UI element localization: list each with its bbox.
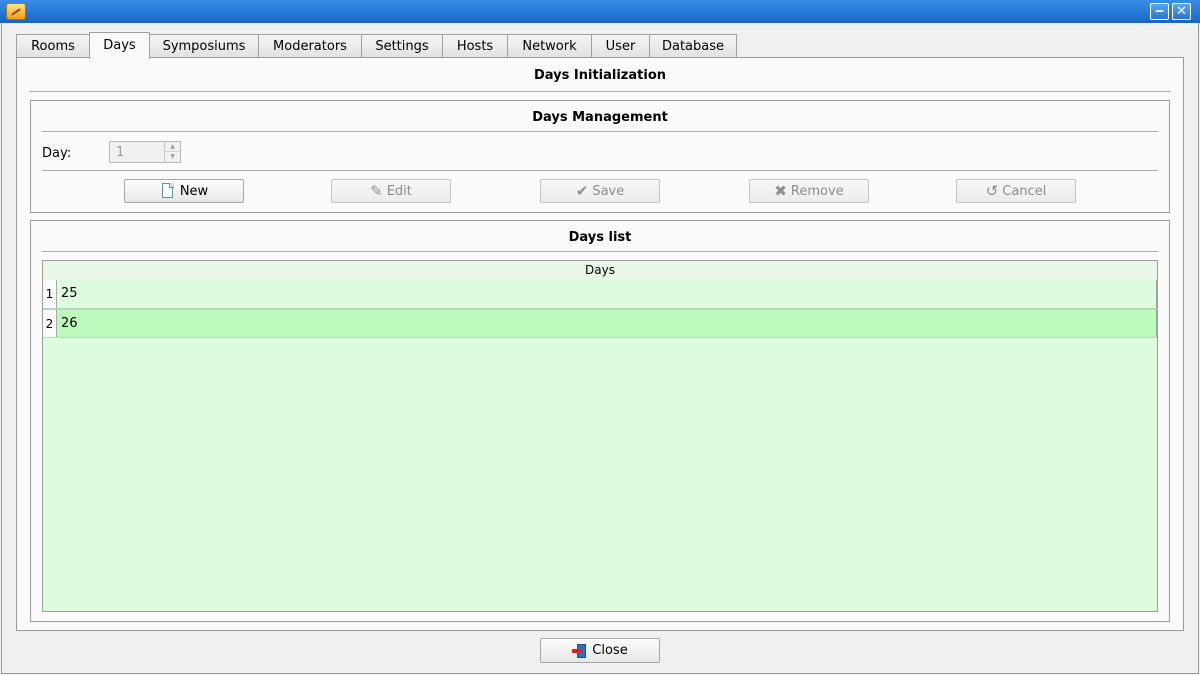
table-row-selected[interactable]: 2 26 xyxy=(43,309,1157,338)
spin-up-arrow-icon[interactable]: ▲ xyxy=(164,142,180,152)
cancel-button-label: Cancel xyxy=(1002,183,1047,199)
close-window-button[interactable]: ✕ xyxy=(1172,3,1191,20)
title-bar: ‒ ✕ xyxy=(0,0,1200,23)
new-button-label: New xyxy=(179,183,209,199)
column-header-days[interactable]: Days xyxy=(43,261,1157,281)
day-label: Day: xyxy=(42,146,72,161)
days-management-title: Days Management xyxy=(532,110,668,125)
row-number: 1 xyxy=(43,280,57,308)
edit-button[interactable]: ✎ Edit xyxy=(331,179,451,203)
close-button[interactable]: Close xyxy=(540,638,660,663)
new-button[interactable]: New xyxy=(124,179,244,203)
row-value: 26 xyxy=(61,316,78,331)
page-title: Days Initialization xyxy=(534,68,666,83)
tab-database[interactable]: Database xyxy=(649,34,737,58)
days-list-group: Days list Days 1 25 2 26 xyxy=(30,220,1170,622)
row-divider xyxy=(1156,310,1157,337)
tab-network[interactable]: Network xyxy=(507,34,592,58)
tab-user[interactable]: User xyxy=(591,34,650,58)
days-table[interactable]: Days 1 25 2 26 xyxy=(42,260,1158,612)
minimize-button[interactable]: ‒ xyxy=(1150,3,1169,20)
cancel-button[interactable]: ↺ Cancel xyxy=(956,179,1076,203)
cross-icon: ✖ xyxy=(774,182,787,200)
tab-symposiums[interactable]: Symposiums xyxy=(149,34,259,58)
tab-settings[interactable]: Settings xyxy=(361,34,443,58)
tab-moderators[interactable]: Moderators xyxy=(258,34,362,58)
remove-button[interactable]: ✖ Remove xyxy=(749,179,869,203)
app-icon xyxy=(6,3,26,20)
title-divider xyxy=(29,91,1171,92)
management-title-divider xyxy=(42,131,1158,132)
edit-button-label: Edit xyxy=(386,183,412,199)
save-button[interactable]: ✔ Save xyxy=(540,179,660,203)
undo-icon: ↺ xyxy=(985,182,999,200)
tab-hosts[interactable]: Hosts xyxy=(442,34,508,58)
new-document-icon xyxy=(160,183,176,199)
table-row[interactable]: 1 25 xyxy=(43,280,1157,309)
management-fields-divider xyxy=(42,170,1158,171)
exit-door-icon xyxy=(572,643,588,659)
tab-rooms[interactable]: Rooms xyxy=(16,34,90,58)
days-tab-panel: Days Initialization Days Management Day:… xyxy=(16,57,1184,631)
close-button-label: Close xyxy=(592,643,628,658)
row-divider xyxy=(1156,280,1157,308)
days-list-title: Days list xyxy=(568,230,632,245)
days-management-group: Days Management Day: ▲ ▼ New ✎ Edit ✔ Sa… xyxy=(30,100,1170,213)
tab-days[interactable]: Days xyxy=(89,32,150,59)
spin-down-arrow-icon[interactable]: ▼ xyxy=(164,152,180,162)
remove-button-label: Remove xyxy=(790,183,844,199)
row-value: 25 xyxy=(61,286,78,301)
days-list-title-divider xyxy=(42,251,1158,252)
day-input[interactable] xyxy=(110,142,164,162)
day-spinner[interactable]: ▲ ▼ xyxy=(109,141,181,163)
save-button-label: Save xyxy=(592,183,625,199)
row-number: 2 xyxy=(43,310,57,337)
pencil-icon: ✎ xyxy=(370,182,383,200)
checkmark-icon: ✔ xyxy=(575,182,589,200)
